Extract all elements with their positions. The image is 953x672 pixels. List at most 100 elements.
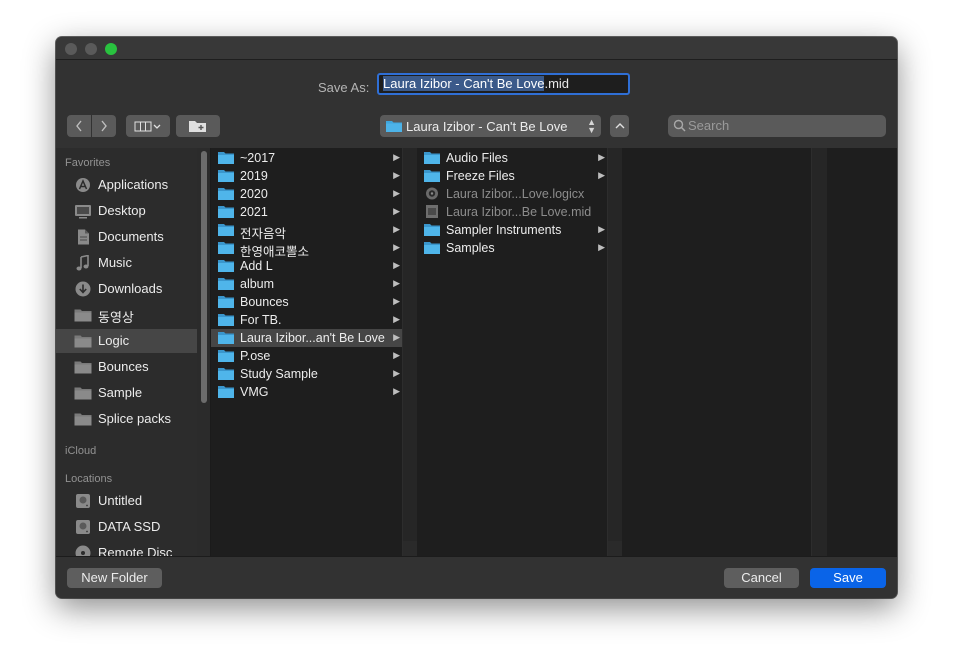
folder-name: For TB. (240, 313, 282, 327)
sidebar-item-data-ssd[interactable]: DATA SSD (56, 515, 197, 539)
view-mode-button[interactable] (126, 115, 170, 137)
sidebar-scrollbar[interactable] (197, 148, 211, 556)
sidebar-item-label: Bounces (98, 359, 149, 374)
file-row-disabled: Laura Izibor...Love.logicx (417, 185, 607, 203)
folder-icon (218, 188, 234, 200)
folder-row[interactable]: 한영애코뽈소 ▶ (211, 239, 402, 259)
folder-row[interactable]: Bounces ▶ (211, 293, 402, 311)
sidebar-item-label: Downloads (98, 281, 163, 296)
disclosure-arrow-icon: ▶ (393, 260, 400, 270)
folder-icon (218, 278, 234, 290)
sidebar-item-downloads[interactable]: Downloads (56, 277, 197, 301)
disclosure-arrow-icon: ▶ (393, 332, 400, 342)
folder-name: P.ose (240, 349, 271, 363)
filename-selected-text: Laura Izibor - Can't Be Love (383, 76, 545, 91)
sidebar-item-documents[interactable]: Documents (56, 225, 197, 249)
documents-icon (78, 229, 89, 245)
folder-row[interactable]: Sampler Instruments ▶ (417, 221, 607, 239)
column-divider[interactable] (812, 148, 827, 556)
close-window-button[interactable] (65, 43, 77, 55)
folder-name: 2021 (240, 205, 268, 219)
chevron-up-icon (615, 123, 624, 129)
sidebar: Favorites Applications Desktop Documents… (56, 148, 197, 556)
sidebar-header-locations[interactable]: Locations (65, 473, 112, 485)
folder-name: Freeze Files (446, 169, 515, 183)
folder-row[interactable]: 2021 ▶ (211, 203, 402, 221)
sidebar-item-logic[interactable]: Logic (56, 329, 197, 353)
minimize-window-button[interactable] (85, 43, 97, 55)
folder-name: 2020 (240, 187, 268, 201)
sidebar-item-splice-packs[interactable]: Splice packs (56, 407, 197, 431)
new-folder-icon-button[interactable] (176, 115, 220, 137)
folder-row[interactable]: Audio Files ▶ (417, 149, 607, 167)
folder-row[interactable]: VMG ▶ (211, 383, 402, 401)
sidebar-item-sample[interactable]: Sample (56, 381, 197, 405)
forward-button[interactable] (92, 115, 116, 137)
sidebar-item-videos[interactable]: 동영상 (56, 303, 197, 327)
drive-icon (76, 520, 90, 534)
save-dialog: Save As: Laura Izibor - Can't Be Love.mi… (56, 37, 897, 598)
disclosure-arrow-icon: ▶ (598, 224, 605, 234)
chevron-left-icon (76, 120, 82, 132)
folder-icon (74, 335, 92, 348)
folder-row[interactable]: Study Sample ▶ (211, 365, 402, 383)
new-folder-button[interactable]: New Folder (67, 568, 162, 588)
folder-name: Audio Files (446, 151, 508, 165)
filename-field[interactable]: Laura Izibor - Can't Be Love.mid (377, 73, 630, 95)
disclosure-arrow-icon: ▶ (393, 224, 400, 234)
location-popup[interactable]: Laura Izibor - Can't Be Love ▲ ▼ (380, 115, 601, 137)
sidebar-item-desktop[interactable]: Desktop (56, 199, 197, 223)
save-as-row: Save As: Laura Izibor - Can't Be Love.mi… (56, 60, 897, 106)
file-name: Laura Izibor...Love.logicx (446, 187, 585, 201)
folder-row-selected[interactable]: Laura Izibor...an't Be Love ▶ (211, 329, 402, 347)
sidebar-item-label: Desktop (98, 203, 146, 218)
folder-icon (218, 296, 234, 308)
folder-icon (74, 361, 92, 374)
collapse-dialog-button[interactable] (610, 115, 629, 137)
folder-name: 2019 (240, 169, 268, 183)
cancel-button[interactable]: Cancel (724, 568, 799, 588)
sidebar-item-music[interactable]: Music (56, 251, 197, 275)
sidebar-item-label: 동영상 (98, 310, 134, 325)
chevron-right-icon (101, 120, 107, 132)
disclosure-arrow-icon: ▶ (393, 368, 400, 378)
sidebar-item-untitled[interactable]: Untitled (56, 489, 197, 513)
toolbar: Laura Izibor - Can't Be Love ▲ ▼ Search (56, 106, 897, 149)
sidebar-header-icloud[interactable]: iCloud (65, 445, 96, 457)
sidebar-item-applications[interactable]: Applications (56, 173, 197, 197)
folder-row[interactable]: 전자음악 ▶ (211, 221, 402, 241)
browser-column-4 (827, 148, 897, 556)
column-divider[interactable] (608, 148, 622, 541)
folder-row[interactable]: Add L ▶ (211, 257, 402, 275)
folder-row[interactable]: For TB. ▶ (211, 311, 402, 329)
sidebar-item-bounces[interactable]: Bounces (56, 355, 197, 379)
applications-icon (76, 178, 90, 192)
save-button[interactable]: Save (810, 568, 886, 588)
column-divider[interactable] (403, 148, 417, 541)
back-button[interactable] (67, 115, 91, 137)
title-bar (56, 37, 897, 60)
sidebar-item-remote-disc[interactable]: Remote Disc (56, 541, 197, 556)
sidebar-item-label: DATA SSD (98, 519, 161, 534)
folder-row[interactable]: 2020 ▶ (211, 185, 402, 203)
sidebar-scroll-thumb[interactable] (201, 151, 207, 403)
folder-row[interactable]: Freeze Files ▶ (417, 167, 607, 185)
folder-row[interactable]: P.ose ▶ (211, 347, 402, 365)
zoom-window-button[interactable] (105, 43, 117, 55)
disc-icon (75, 545, 91, 556)
search-field[interactable]: Search (668, 115, 886, 137)
folder-row[interactable]: 2019 ▶ (211, 167, 402, 185)
folder-name: Add L (240, 259, 273, 273)
folder-row[interactable]: ~2017 ▶ (211, 149, 402, 167)
folder-name: ~2017 (240, 151, 276, 165)
folder-row[interactable]: album ▶ (211, 275, 402, 293)
folder-icon (424, 152, 440, 164)
location-popup-label: Laura Izibor - Can't Be Love (406, 118, 568, 134)
disclosure-arrow-icon: ▶ (393, 386, 400, 396)
search-icon (673, 119, 686, 132)
browser-column-2: Audio Files ▶ Freeze Files ▶ Laura Izibo… (417, 148, 608, 556)
folder-icon (424, 224, 440, 236)
folder-name: Bounces (240, 295, 289, 309)
folder-row[interactable]: Samples ▶ (417, 239, 607, 257)
folder-icon (218, 368, 234, 380)
